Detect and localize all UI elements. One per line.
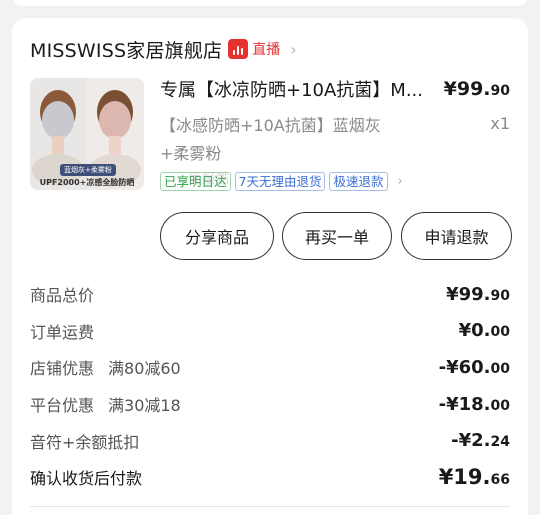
buy-again-button[interactable]: 再买一单 (282, 212, 392, 260)
divider (30, 506, 510, 507)
tag-7day-return: 7天无理由退货 (234, 172, 326, 191)
previous-card (12, 0, 528, 6)
price-summary: 商品总价 ¥99.90 订单运费 ¥0.00 店铺优惠 满80减60 -¥60.0… (30, 276, 510, 496)
order-card: MISSWISS家居旗舰店 直播 › 蓝烟灰+柔雾粉 UPF2000+凉感全脸防… (12, 18, 528, 515)
tag-fast-refund: 极速退款 (329, 172, 388, 191)
thumb-caption: UPF2000+凉感全脸防晒 (39, 178, 135, 187)
summary-row-shop-discount: 店铺优惠 满80减60 -¥60.00 (30, 356, 510, 379)
chevron-right-icon: › (397, 174, 403, 189)
live-icon (228, 39, 249, 59)
live-label[interactable]: 直播 (252, 39, 280, 59)
summary-row-pay-on-receipt: 确认收货后付款 ¥19.66 (30, 465, 510, 490)
spec-line-2: +柔雾粉 (160, 144, 222, 163)
chevron-right-icon: › (290, 39, 297, 59)
spec-line-1: 【冰感防晒+10A抗菌】蓝烟灰 (160, 116, 381, 135)
product-thumbnail[interactable]: 蓝烟灰+柔雾粉 UPF2000+凉感全脸防晒 (30, 78, 144, 190)
watermark: 优报酷 (188, 172, 231, 187)
summary-row-subtotal: 商品总价 ¥99.90 (30, 283, 510, 306)
share-product-button[interactable]: 分享商品 (160, 212, 274, 260)
shop-name[interactable]: MISSWISS家居旗舰店 (30, 36, 222, 63)
thumb-chip: 蓝烟灰+柔雾粉 (60, 164, 116, 176)
request-refund-button[interactable]: 申请退款 (401, 212, 512, 260)
shop-header[interactable]: MISSWISS家居旗舰店 直播 › (30, 34, 297, 64)
summary-row-shipping: 订单运费 ¥0.00 (30, 320, 510, 342)
product-price: ¥99.90 (443, 78, 510, 100)
summary-row-balance-deduction: 音符+余额抵扣 -¥2.24 (30, 430, 510, 452)
product-title[interactable]: 专属【冰凉防晒+10A抗菌】M... (160, 76, 440, 102)
product-quantity: x1 (490, 114, 510, 133)
product-spec: 【冰感防晒+10A抗菌】蓝烟灰 +柔雾粉 (160, 112, 420, 168)
summary-row-platform-discount: 平台优惠 满30减18 -¥18.00 (30, 393, 510, 416)
